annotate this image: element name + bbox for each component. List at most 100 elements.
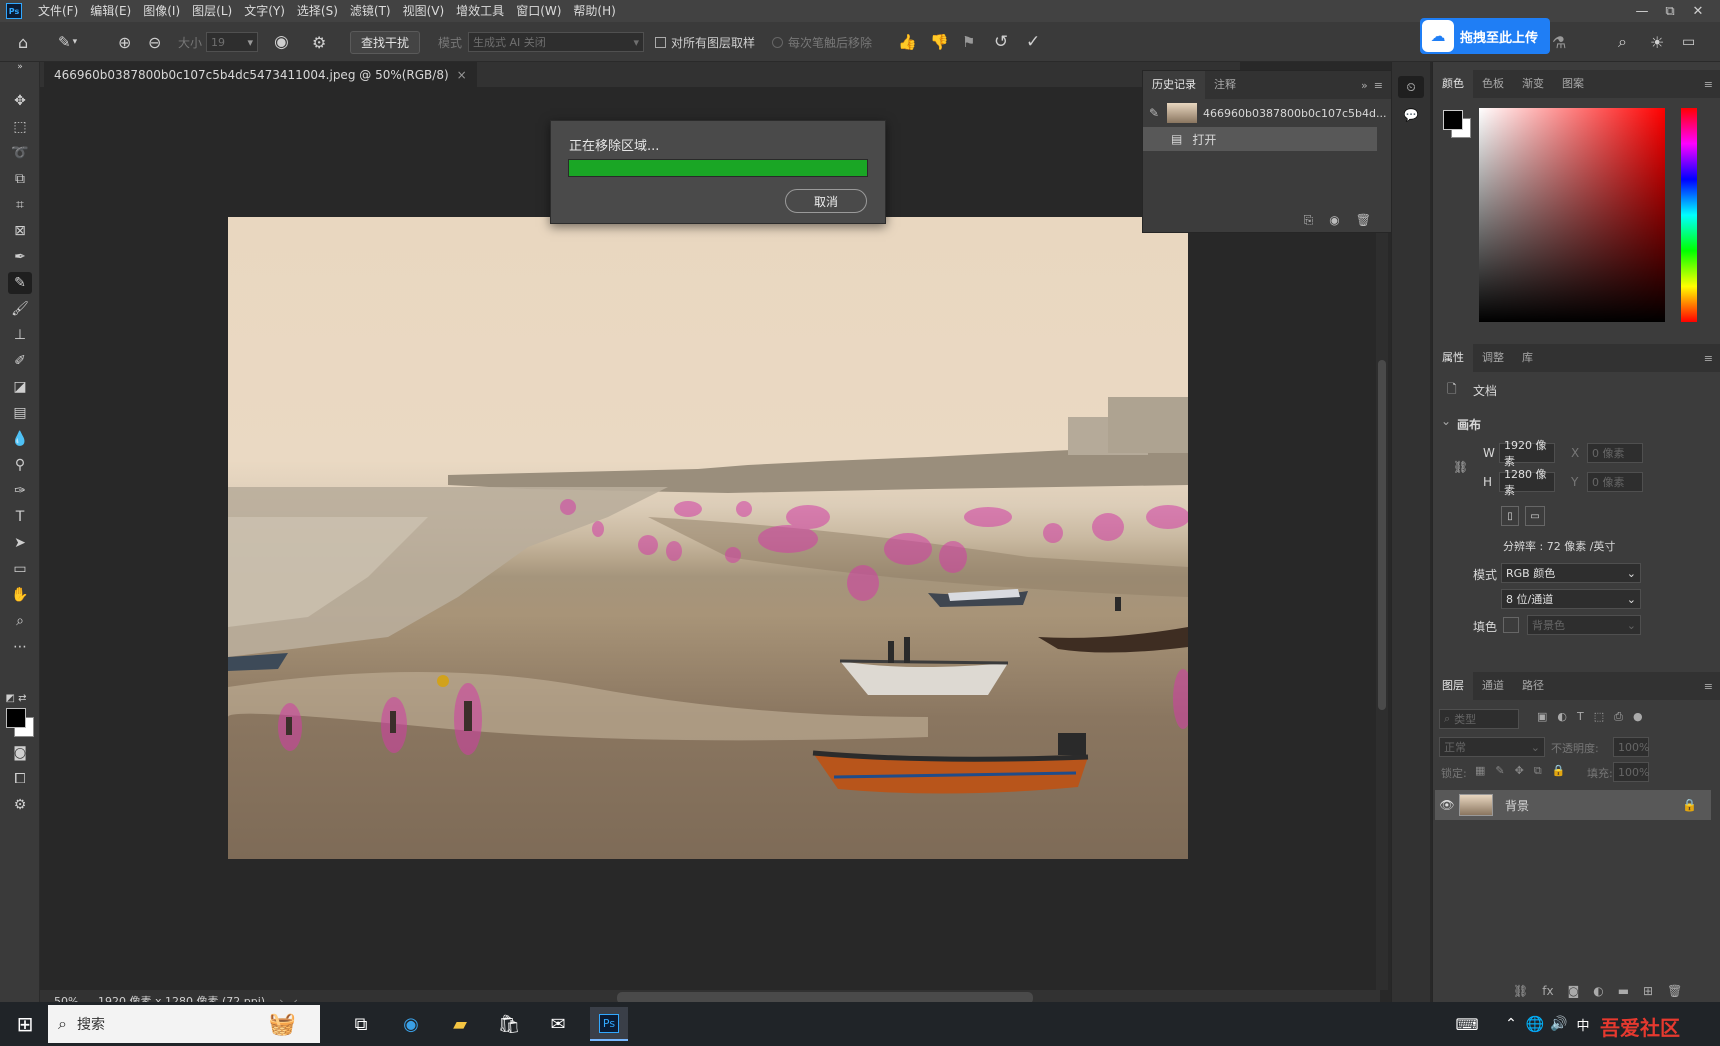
- find-distraction-button[interactable]: 查找干扰: [350, 30, 421, 54]
- shape-filter-icon[interactable]: ⬚: [1594, 710, 1604, 724]
- mail-icon[interactable]: ✉: [541, 1007, 575, 1041]
- edit-toolbar-icon[interactable]: ⚙: [8, 794, 32, 816]
- brush-tool-icon[interactable]: 🖌: [8, 298, 32, 320]
- windows-start-icon[interactable]: ⊞: [8, 1007, 42, 1041]
- cancel-button[interactable]: 取消: [785, 189, 867, 213]
- pixel-filter-icon[interactable]: ▣: [1537, 710, 1547, 724]
- workspace-icon[interactable]: ▭: [1682, 22, 1695, 62]
- foreground-color-chip[interactable]: [1443, 110, 1463, 130]
- new-layer-icon[interactable]: ⊞: [1643, 984, 1653, 998]
- lock-position-icon[interactable]: ✥: [1515, 764, 1524, 778]
- tab-libraries[interactable]: 库: [1513, 344, 1542, 372]
- document-tab[interactable]: 466960b0387800b0c107c5b4dc5473411004.jpe…: [44, 62, 477, 87]
- blend-mode-select[interactable]: 正常 ⌄: [1439, 737, 1545, 757]
- eyedropper-tool-icon[interactable]: ✒: [8, 246, 32, 268]
- x-input[interactable]: 0 像素: [1587, 443, 1643, 463]
- gradient-tool-icon[interactable]: ▤: [8, 402, 32, 424]
- color-field[interactable]: [1479, 108, 1665, 322]
- bit-depth-select[interactable]: 8 位/通道 ⌄: [1501, 589, 1641, 609]
- panel-menu-icon[interactable]: ≡: [1704, 352, 1713, 365]
- visibility-eye-icon[interactable]: 👁: [1435, 798, 1459, 812]
- hand-tool-icon[interactable]: ✋: [8, 584, 32, 606]
- height-input[interactable]: 1280 像素: [1499, 468, 1555, 497]
- edge-browser-icon[interactable]: ◉: [394, 1007, 428, 1041]
- flag-icon[interactable]: ⚑: [962, 22, 975, 62]
- panel-expand-icon[interactable]: »: [1361, 79, 1368, 92]
- tab-gradients[interactable]: 渐变: [1513, 70, 1553, 98]
- lightbulb-icon[interactable]: ☀: [1650, 22, 1664, 62]
- opacity-input[interactable]: 100%: [1613, 737, 1649, 757]
- vertical-scroll-thumb[interactable]: [1378, 360, 1386, 710]
- tab-color[interactable]: 颜色: [1433, 70, 1473, 98]
- blur-tool-icon[interactable]: 💧: [8, 428, 32, 450]
- lasso-tool-icon[interactable]: ➰: [8, 142, 32, 164]
- panel-menu-icon[interactable]: ≡: [1704, 78, 1713, 91]
- thumbs-up-icon[interactable]: 👍: [898, 22, 917, 62]
- width-input[interactable]: 1920 像素: [1499, 439, 1555, 468]
- object-select-tool-icon[interactable]: ⧉: [8, 168, 32, 190]
- menu-plugins[interactable]: 增效工具: [450, 0, 510, 22]
- portrait-orientation-icon[interactable]: ▯: [1501, 506, 1519, 526]
- size-input[interactable]: 19 ▾: [206, 32, 258, 52]
- layer-row-background[interactable]: 👁 背景 🔒: [1435, 790, 1711, 820]
- task-view-icon[interactable]: ⧉: [344, 1007, 378, 1041]
- tab-properties[interactable]: 属性: [1433, 344, 1473, 372]
- new-document-from-state-icon[interactable]: ⎘: [1304, 213, 1314, 228]
- snapshot-camera-icon[interactable]: ◉: [1329, 213, 1339, 228]
- quick-mask-icon[interactable]: ◙: [8, 742, 32, 764]
- mode-select[interactable]: 生成式 AI 关闭 ▾: [468, 32, 644, 52]
- menu-window[interactable]: 窗口(W): [510, 0, 567, 22]
- menu-view[interactable]: 视图(V): [397, 0, 451, 22]
- upload-badge[interactable]: ☁ 拖拽至此上传: [1420, 18, 1550, 54]
- menu-layer[interactable]: 图层(L): [186, 0, 238, 22]
- collapse-toolbar-icon[interactable]: »: [8, 62, 32, 72]
- home-icon[interactable]: ⌂: [18, 22, 28, 62]
- fx-icon[interactable]: fx: [1542, 984, 1553, 998]
- flask-icon[interactable]: ⚗: [1552, 22, 1566, 62]
- marquee-tool-icon[interactable]: ⬚: [8, 116, 32, 138]
- menu-file[interactable]: 文件(F): [32, 0, 84, 22]
- menu-image[interactable]: 图像(I): [137, 0, 186, 22]
- menu-edit[interactable]: 编辑(E): [84, 0, 137, 22]
- fill-select[interactable]: 背景色 ⌄: [1527, 615, 1641, 635]
- foreground-color-swatch[interactable]: [6, 708, 26, 728]
- fill-swatch[interactable]: [1503, 617, 1519, 633]
- tab-paths[interactable]: 路径: [1513, 672, 1553, 700]
- subtract-stroke-icon[interactable]: ⊖: [148, 22, 161, 62]
- trash-icon[interactable]: 🗑: [1356, 213, 1371, 228]
- default-colors-icon[interactable]: ◩ ⇄: [4, 687, 28, 709]
- history-brush-source-icon[interactable]: ✎: [1149, 106, 1167, 120]
- color-mode-select[interactable]: RGB 颜色 ⌄: [1501, 563, 1641, 583]
- more-tools-icon[interactable]: ⋯: [8, 636, 32, 658]
- smart-object-filter-icon[interactable]: ⎙: [1614, 710, 1623, 724]
- pen-tool-icon[interactable]: ✑: [8, 480, 32, 502]
- history-snapshot[interactable]: ✎ 466960b0387800b0c107c5b4d...: [1143, 99, 1391, 127]
- dodge-tool-icon[interactable]: ⚲: [8, 454, 32, 476]
- rectangle-tool-icon[interactable]: ▭: [8, 558, 32, 580]
- screen-mode-icon[interactable]: ⧠: [8, 768, 32, 790]
- type-tool-icon[interactable]: T: [8, 506, 32, 528]
- history-step[interactable]: ▤ 打开: [1143, 127, 1377, 151]
- zoom-tool-icon[interactable]: ⌕: [8, 610, 32, 632]
- tab-patterns[interactable]: 图案: [1553, 70, 1593, 98]
- search-icon[interactable]: ⌕: [1618, 22, 1627, 62]
- lock-all-icon[interactable]: 🔒: [1552, 764, 1566, 778]
- tab-history[interactable]: 历史记录: [1143, 71, 1205, 99]
- menu-select[interactable]: 选择(S): [291, 0, 344, 22]
- add-to-stroke-icon[interactable]: ⊕: [118, 22, 131, 62]
- fill-opacity-input[interactable]: 100%: [1613, 762, 1649, 782]
- link-layers-icon[interactable]: ⛓: [1513, 984, 1528, 998]
- commit-check-icon[interactable]: ✓: [1026, 22, 1040, 62]
- frame-tool-icon[interactable]: ⊠: [8, 220, 32, 242]
- filter-toggle-icon[interactable]: ●: [1633, 710, 1643, 724]
- tab-swatches[interactable]: 色板: [1473, 70, 1513, 98]
- panel-menu-icon[interactable]: ≡: [1704, 680, 1713, 693]
- adjustment-filter-icon[interactable]: ◐: [1557, 710, 1567, 724]
- photoshop-taskbar-icon[interactable]: Ps: [590, 1007, 628, 1041]
- menu-type[interactable]: 文字(Y): [238, 0, 291, 22]
- remove-tool-preset-icon[interactable]: ✎ ▾: [58, 22, 77, 62]
- file-explorer-icon[interactable]: ▰: [443, 1007, 477, 1041]
- restore-button[interactable]: ⧉: [1656, 4, 1684, 19]
- panel-menu-icon[interactable]: ≡: [1374, 79, 1383, 92]
- delete-layer-icon[interactable]: 🗑: [1667, 984, 1682, 998]
